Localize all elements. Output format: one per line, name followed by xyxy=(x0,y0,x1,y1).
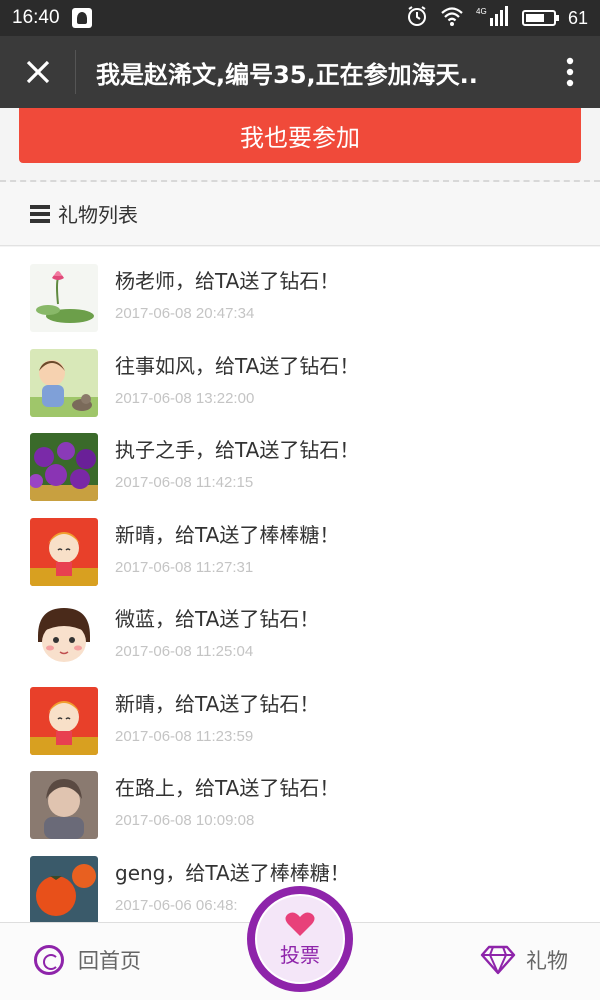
gift-text: 在路上，给TA送了钻石！ xyxy=(115,776,340,800)
diamond-icon xyxy=(480,945,516,975)
title-bar: 我是赵浠文,编号35,正在参加海天.. xyxy=(0,36,600,108)
close-button[interactable] xyxy=(0,50,76,94)
close-icon xyxy=(26,60,49,84)
avatar xyxy=(30,517,98,586)
gift-time: 2017-06-08 11:42:15 xyxy=(115,474,254,491)
list-icon xyxy=(30,204,50,223)
avatar xyxy=(30,348,98,417)
join-button[interactable]: 我也要参加 xyxy=(19,108,581,163)
gift-text: geng，给TA送了棒棒糖！ xyxy=(115,860,350,885)
gift-text: 往事如风，给TA送了钻石！ xyxy=(115,353,360,378)
home-button[interactable]: 回首页 xyxy=(34,945,141,975)
home-label: 回首页 xyxy=(78,949,141,973)
list-item[interactable]: 新晴，给TA送了钻石！ 2017-06-08 11:23:59 xyxy=(0,670,600,755)
list-item[interactable]: 在路上，给TA送了钻石！ 2017-06-08 10:09:08 xyxy=(0,754,600,839)
status-time: 16:40 xyxy=(12,7,60,28)
battery-level: 61 xyxy=(567,7,588,28)
vote-button[interactable]: 投票 xyxy=(247,886,353,992)
gift-list-header: 礼物列表 xyxy=(0,182,600,246)
gift-button[interactable]: 礼物 xyxy=(480,945,568,975)
list-item[interactable]: 新晴，给TA送了棒棒糖！ 2017-06-08 11:27:31 xyxy=(0,501,600,586)
gift-time: 2017-06-08 10:09:08 xyxy=(115,812,255,829)
gift-time: 2017-06-06 06:48: xyxy=(115,896,238,914)
list-item[interactable]: 微蓝，给TA送了钻石！ 2017-06-08 11:25:04 xyxy=(0,585,600,670)
more-vertical-icon xyxy=(566,57,574,87)
refresh-icon xyxy=(34,945,64,975)
wifi-icon xyxy=(440,6,464,31)
notification-icon xyxy=(71,8,92,28)
list-item[interactable]: 杨老师，给TA送了钻石！ 2017-06-08 20:47:34 xyxy=(0,247,600,332)
gift-text: 杨老师，给TA送了钻石！ xyxy=(115,269,340,293)
avatar xyxy=(30,771,98,839)
gift-time: 2017-06-08 20:47:34 xyxy=(115,305,255,322)
list-item[interactable]: 往事如风，给TA送了钻石！ 2017-06-08 13:22:00 xyxy=(0,332,600,417)
network-label: 4G xyxy=(476,7,487,16)
avatar xyxy=(30,602,98,670)
signal-icon: 4G xyxy=(476,5,510,31)
gift-time: 2017-06-08 11:25:04 xyxy=(115,643,254,660)
gift-text: 新晴，给TA送了棒棒糖！ xyxy=(115,522,340,547)
vote-button-inner: 投票 xyxy=(255,894,345,984)
join-area: 我也要参加 xyxy=(0,108,600,180)
avatar xyxy=(30,433,98,501)
gift-text: 执子之手，给TA送了钻石！ xyxy=(115,438,360,462)
alarm-icon xyxy=(406,5,428,32)
avatar xyxy=(30,855,98,922)
gift-label: 礼物 xyxy=(526,949,568,973)
more-button[interactable] xyxy=(540,57,600,87)
gift-list-title: 礼物列表 xyxy=(58,203,138,227)
status-icons: 4G 61 xyxy=(406,5,588,32)
battery-icon xyxy=(521,10,559,26)
gift-list: 杨老师，给TA送了钻石！ 2017-06-08 20:47:34 往事如风，给T… xyxy=(0,247,600,922)
list-item[interactable]: 执子之手，给TA送了钻石！ 2017-06-08 11:42:15 xyxy=(0,416,600,501)
avatar xyxy=(30,686,98,755)
gift-text: 新晴，给TA送了钻石！ xyxy=(115,691,320,716)
vote-label: 投票 xyxy=(280,942,320,967)
gift-time: 2017-06-08 13:22:00 xyxy=(115,389,255,407)
gift-time: 2017-06-08 11:23:59 xyxy=(115,727,254,745)
heart-icon xyxy=(285,912,315,936)
gift-time: 2017-06-08 11:27:31 xyxy=(115,558,254,576)
gift-text: 微蓝，给TA送了钻石！ xyxy=(115,607,320,631)
status-bar: 16:40 4G 61 xyxy=(0,0,600,36)
avatar xyxy=(30,264,98,332)
page-title: 我是赵浠文,编号35,正在参加海天.. xyxy=(96,60,478,89)
